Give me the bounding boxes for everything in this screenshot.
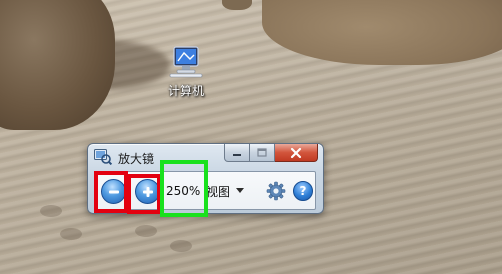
gear-icon[interactable] [266, 181, 286, 201]
minimize-button[interactable] [224, 144, 250, 162]
maximize-button[interactable] [250, 144, 275, 162]
footprint [135, 225, 157, 237]
highlight-zoom-in [127, 174, 161, 214]
footprint [40, 205, 62, 217]
view-menu-button[interactable]: 视图 [206, 181, 245, 201]
desktop-icon-label: 计算机 [167, 84, 204, 98]
caption-buttons [224, 144, 318, 162]
maximize-icon [257, 147, 267, 157]
view-label: 视图 [206, 184, 231, 199]
computer-icon [169, 46, 203, 78]
minimize-icon [233, 153, 241, 156]
desktop-icon-computer[interactable]: 计算机 [156, 45, 216, 101]
window-title: 放大镜 [118, 152, 155, 166]
help-icon: ? [299, 184, 307, 198]
footprint [170, 240, 192, 252]
highlight-zoom-out [94, 171, 128, 213]
help-button[interactable]: ? [293, 181, 313, 201]
chevron-down-icon [236, 188, 245, 193]
footprint [60, 228, 82, 240]
magnifier-app-icon [94, 149, 112, 165]
desktop-wallpaper [0, 0, 502, 274]
close-button[interactable] [275, 144, 318, 162]
close-icon [290, 147, 302, 158]
highlight-zoom-level [160, 160, 208, 217]
